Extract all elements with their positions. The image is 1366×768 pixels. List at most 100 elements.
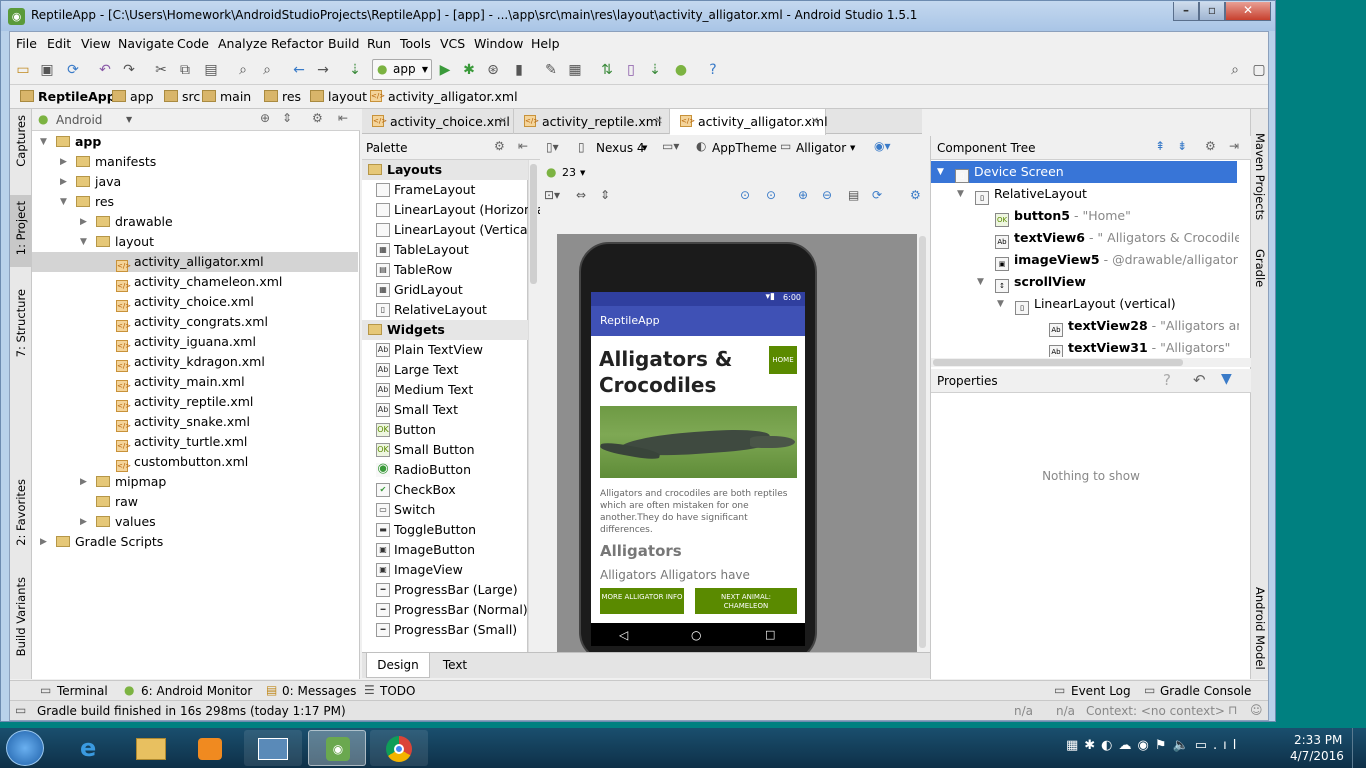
design-tab[interactable]: Design — [366, 653, 430, 678]
menu-help[interactable]: Help — [531, 36, 560, 51]
run-config-select[interactable]: ● app ▼ — [372, 59, 432, 80]
locale-icon[interactable]: ◉▾ — [874, 139, 891, 153]
sync-icon[interactable]: ⟳ — [64, 61, 82, 79]
palette-item[interactable]: ▬ ToggleButton — [362, 520, 476, 540]
component-tree-item[interactable]: Ab textView28 - "Alligators and croc — [931, 315, 1239, 337]
zoom-out-icon[interactable]: ⊖ — [822, 188, 832, 202]
project-tree-item[interactable]: </> activity_main.xml — [32, 372, 358, 392]
settings-icon[interactable]: ⚙ — [910, 188, 921, 202]
menu-analyze[interactable]: Analyze — [218, 36, 267, 51]
user-icon[interactable]: ▢ — [1250, 61, 1268, 79]
show-desktop-button[interactable] — [1352, 728, 1366, 768]
collapsed-arrow-icon[interactable]: ▶ — [80, 512, 87, 532]
expanded-arrow-icon[interactable]: ▼ — [977, 271, 984, 293]
project-tree-item[interactable]: </> activity_kdragon.xml — [32, 352, 358, 372]
tray-icons[interactable]: ▦✱◐☁◉⚑🔈▭.ıl — [1066, 738, 1242, 753]
debug-icon[interactable]: ✱ — [460, 61, 478, 79]
palette-item[interactable]: ▣ ImageButton — [362, 540, 475, 560]
palette-item[interactable]: ▯ RelativeLayout — [362, 300, 487, 320]
chrome-icon[interactable] — [370, 730, 428, 766]
project-tree-item[interactable]: </> activity_turtle.xml — [32, 432, 358, 452]
palette-item[interactable]: ✔ CheckBox — [362, 480, 456, 500]
project-tree-item[interactable]: ▶ manifests — [32, 152, 358, 172]
tool-window-gradle[interactable]: Gradle — [1253, 249, 1267, 287]
component-tree-item[interactable]: OK button5 - "Home" — [931, 205, 1237, 227]
chevron-down-icon[interactable]: ▼ — [850, 144, 855, 152]
open-folder-icon[interactable]: ▭ — [14, 61, 32, 79]
project-structure-icon[interactable]: ✎ — [542, 61, 560, 79]
hector-icon[interactable]: ☺ — [1250, 703, 1263, 717]
hide-panel-icon[interactable]: ⇥ — [1229, 139, 1239, 153]
breadcrumb-item[interactable]: app — [112, 89, 154, 104]
project-tree-item[interactable]: </> activity_iguana.xml — [32, 332, 358, 352]
tool-window-structure[interactable]: 7: Structure — [14, 289, 28, 357]
project-tree-item[interactable]: ▶ Gradle Scripts — [32, 532, 358, 552]
menu-build[interactable]: Build — [328, 36, 359, 51]
activity-select[interactable]: Alligator — [796, 141, 846, 155]
collapse-all-icon[interactable]: ⇟ — [1177, 139, 1187, 153]
help-icon[interactable]: ? — [704, 61, 722, 79]
palette-item[interactable]: OK Button — [362, 420, 436, 440]
minimize-button[interactable]: – — [1173, 2, 1199, 21]
component-tree-hscroll[interactable] — [931, 358, 1251, 367]
menu-file[interactable]: File — [16, 36, 37, 51]
expanded-arrow-icon[interactable]: ▼ — [40, 132, 47, 152]
project-tree-item[interactable]: </> activity_reptile.xml — [32, 392, 358, 412]
menu-window[interactable]: Window — [474, 36, 523, 51]
palette-item[interactable]: ━ ProgressBar (Large) — [362, 580, 518, 600]
next-animal-button[interactable]: NEXT ANIMAL: CHAMELEON — [695, 588, 797, 614]
palette-item[interactable]: Ab Medium Text — [362, 380, 473, 400]
fit-width-icon[interactable]: ⇔ — [576, 188, 586, 202]
close-tab-icon[interactable]: ✕ — [811, 109, 819, 134]
palette-item[interactable]: ▣ ImageView — [362, 560, 463, 580]
toggle-tool-windows-icon[interactable]: ▭ — [15, 703, 26, 717]
undo-icon[interactable]: ↶ — [96, 61, 114, 79]
gear-icon[interactable]: ⚙ — [312, 111, 323, 125]
breadcrumb-item[interactable]: layout — [310, 89, 367, 104]
menu-code[interactable]: Code — [177, 36, 209, 51]
project-tree-item[interactable]: </> custombutton.xml — [32, 452, 358, 472]
copy-icon[interactable]: ⧉ — [176, 61, 194, 79]
project-tree-item[interactable]: ▶ java — [32, 172, 358, 192]
redo-icon[interactable]: ↷ — [120, 61, 138, 79]
palette-item[interactable]: Ab Small Text — [362, 400, 458, 420]
menu-navigate[interactable]: Navigate — [118, 36, 174, 51]
chevron-down-icon[interactable]: ▼ — [580, 169, 585, 177]
palette-item[interactable]: LinearLayout (Horizontal) — [362, 200, 553, 220]
collapsed-arrow-icon[interactable]: ▶ — [80, 212, 87, 232]
home-button[interactable]: HOME — [769, 346, 797, 374]
close-tab-icon[interactable]: ✕ — [655, 109, 663, 134]
gear-icon[interactable]: ⚙ — [1205, 139, 1216, 153]
replace-icon[interactable]: ⌕ — [258, 61, 276, 79]
forward-icon[interactable]: → — [314, 61, 332, 79]
tool-window-android-model[interactable]: Android Model — [1253, 587, 1267, 670]
palette-item[interactable]: Ab Large Text — [362, 360, 458, 380]
palette-item[interactable]: ━ ProgressBar (Small) — [362, 620, 517, 640]
palette-item[interactable]: ▦ GridLayout — [362, 280, 463, 300]
project-tree-item[interactable]: </> activity_congrats.xml — [32, 312, 358, 332]
collapsed-arrow-icon[interactable]: ▶ — [40, 532, 47, 552]
back-icon[interactable]: ← — [290, 61, 308, 79]
project-tree-item[interactable]: ▶ mipmap — [32, 472, 358, 492]
expand-all-icon[interactable]: ⇞ — [1155, 139, 1165, 153]
menu-refactor[interactable]: Refactor — [271, 36, 323, 51]
make-project-icon[interactable]: ⇣ — [346, 61, 364, 79]
project-tree-item[interactable]: raw — [32, 492, 358, 512]
palette-item[interactable]: Ab Plain TextView — [362, 340, 483, 360]
save-icon[interactable]: ▣ — [38, 61, 56, 79]
tool-window-gradle-console[interactable]: Gradle Console — [1160, 684, 1251, 698]
menu-view[interactable]: View — [81, 36, 111, 51]
project-tree-item[interactable]: </> activity_snake.xml — [32, 412, 358, 432]
restore-default-icon[interactable]: ↶ — [1193, 371, 1206, 389]
paste-icon[interactable]: ▤ — [202, 61, 220, 79]
refresh-icon[interactable]: ⟳ — [872, 188, 882, 202]
palette-item[interactable]: ▭ Switch — [362, 500, 435, 520]
android-studio-taskbar-icon[interactable]: ◉ — [308, 730, 366, 766]
lock-icon[interactable]: ⊓ — [1228, 703, 1237, 717]
settings-icon[interactable]: ▦ — [566, 61, 584, 79]
menu-vcs[interactable]: VCS — [440, 36, 465, 51]
close-tab-icon[interactable]: ✕ — [499, 109, 507, 134]
tool-window-captures[interactable]: Captures — [14, 115, 28, 167]
project-tree-item[interactable]: </> activity_chameleon.xml — [32, 272, 358, 292]
breadcrumb-item[interactable]: </> activity_alligator.xml — [370, 89, 518, 104]
